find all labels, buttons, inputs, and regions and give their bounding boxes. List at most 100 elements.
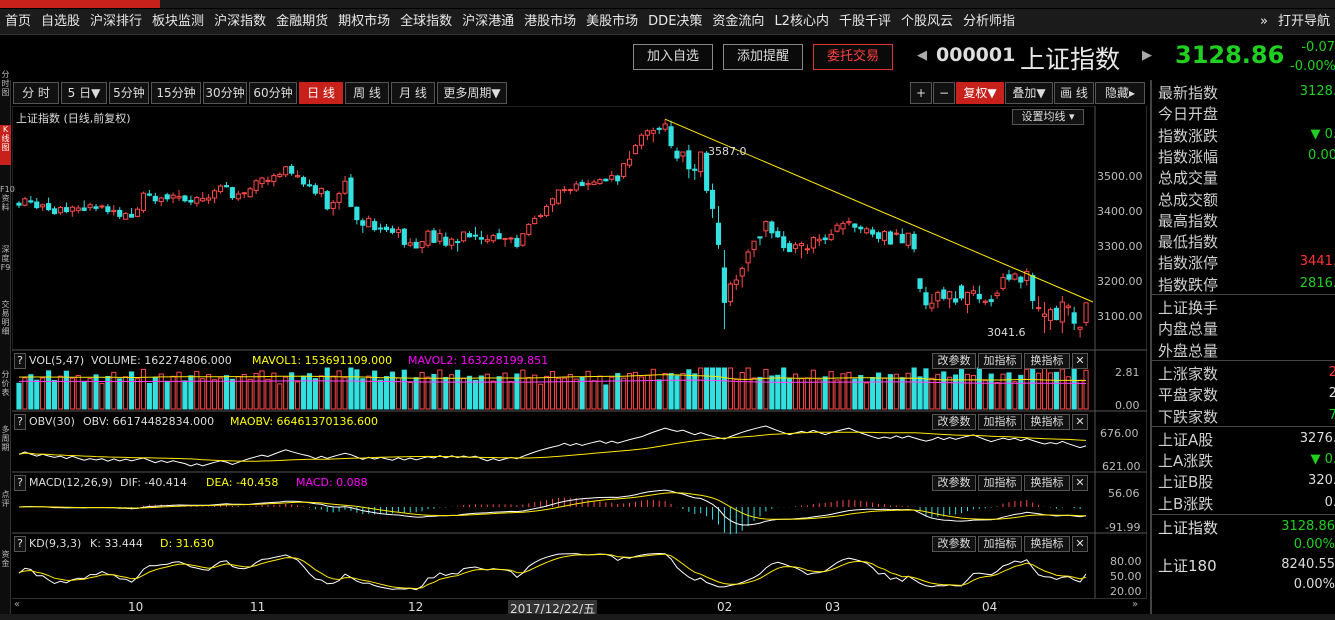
- kline-chart[interactable]: [12, 106, 1147, 598]
- macd-switch-button[interactable]: 换指标: [1024, 475, 1070, 491]
- quote-row: 总成交额: [1152, 188, 1335, 209]
- volume-bar: [745, 367, 751, 410]
- nav-item[interactable]: 期权市场: [333, 9, 395, 34]
- tab-kline[interactable]: K线图: [0, 125, 11, 165]
- candle-body: [591, 181, 597, 185]
- candle-body: [158, 197, 164, 203]
- date-axis[interactable]: « 10 11 12 2017/12/22/五 02 03 04 »: [12, 598, 1147, 617]
- nav-item[interactable]: 沪深港通: [457, 9, 519, 34]
- macd-add-button[interactable]: 加指标: [978, 475, 1022, 491]
- nav-item[interactable]: 首页: [0, 9, 36, 34]
- candle-body: [864, 228, 870, 234]
- nav-item[interactable]: 沪深指数: [209, 9, 271, 34]
- set-ma-button[interactable]: 设置均线 ▾: [1012, 109, 1084, 125]
- macd-close-icon[interactable]: ✕: [1072, 475, 1088, 491]
- overlay-button[interactable]: 叠加▼: [1005, 82, 1053, 104]
- period-30min[interactable]: 30分钟: [203, 82, 247, 104]
- obv-param-button[interactable]: 改参数: [932, 414, 976, 430]
- period-timeshare[interactable]: 分 时: [13, 82, 59, 104]
- candle-body: [419, 241, 425, 249]
- period-monthly[interactable]: 月 线: [391, 82, 435, 104]
- macd-param-button[interactable]: 改参数: [932, 475, 976, 491]
- help-icon[interactable]: ?: [14, 414, 26, 430]
- scroll-left-icon[interactable]: «: [14, 599, 20, 610]
- tab-depth[interactable]: 深度F9: [0, 245, 11, 285]
- kd-param-button[interactable]: 改参数: [932, 536, 976, 552]
- candle-body: [662, 123, 668, 130]
- panel-separator: [1152, 425, 1335, 427]
- adjust-button[interactable]: 复权▼: [956, 82, 1004, 104]
- change-pct: -0.00%: [1290, 59, 1335, 74]
- nav-item[interactable]: 自选股: [36, 9, 85, 34]
- period-weekly[interactable]: 周 线: [345, 82, 389, 104]
- candle-body: [1077, 326, 1083, 330]
- obv-switch-button[interactable]: 换指标: [1024, 414, 1070, 430]
- hide-button[interactable]: 隐藏▸: [1095, 82, 1145, 104]
- period-15min[interactable]: 15分钟: [151, 82, 201, 104]
- nav-item[interactable]: 沪深排行: [85, 9, 147, 34]
- nav-item[interactable]: 港股市场: [519, 9, 581, 34]
- candle-body: [490, 235, 496, 242]
- quote-row: 上A涨跌 ▼ 0.: [1152, 449, 1335, 470]
- obv-close-icon[interactable]: ✕: [1072, 414, 1088, 430]
- quote-row: 上证换手: [1152, 296, 1335, 317]
- candle-body: [549, 198, 556, 206]
- period-60min[interactable]: 60分钟: [249, 82, 297, 104]
- vol-close-icon[interactable]: ✕: [1072, 353, 1088, 369]
- trade-button[interactable]: 委托交易: [813, 44, 893, 70]
- tab-funds[interactable]: 资金: [0, 550, 11, 580]
- tab-trade-detail[interactable]: 交易明细: [0, 300, 11, 350]
- nav-item[interactable]: 千股千评: [834, 9, 896, 34]
- zoom-out-button[interactable]: −: [933, 82, 955, 104]
- vol-param-button[interactable]: 改参数: [932, 353, 976, 369]
- next-stock-icon[interactable]: ▶: [1142, 48, 1152, 63]
- period-5min[interactable]: 5分钟: [109, 82, 149, 104]
- period-more[interactable]: 更多周期▼: [437, 82, 507, 104]
- vol-switch-button[interactable]: 换指标: [1024, 353, 1070, 369]
- nav-item[interactable]: 资金流向: [707, 9, 769, 34]
- period-daily[interactable]: 日 线: [299, 82, 343, 104]
- kd-add-button[interactable]: 加指标: [978, 536, 1022, 552]
- tab-price-table[interactable]: 分价表: [0, 370, 11, 410]
- candle-body: [555, 189, 562, 204]
- macd-name: MACD(12,26,9): [29, 476, 113, 489]
- tab-multi-period[interactable]: 多周期: [0, 425, 11, 465]
- tab-review[interactable]: 点评: [0, 490, 11, 520]
- zoom-in-button[interactable]: +: [910, 82, 932, 104]
- scroll-right-icon[interactable]: »: [1132, 599, 1138, 610]
- candle-body: [508, 237, 514, 240]
- nav-item[interactable]: 个股风云: [896, 9, 958, 34]
- nav-item[interactable]: L2核心内: [769, 9, 834, 34]
- quote-value: 2: [1328, 386, 1335, 402]
- candle-body: [745, 251, 751, 264]
- vol-add-button[interactable]: 加指标: [978, 353, 1022, 369]
- add-alert-button[interactable]: 添加提醒: [723, 44, 803, 70]
- candle-body: [834, 224, 840, 232]
- help-icon[interactable]: ?: [14, 536, 26, 552]
- nav-item[interactable]: 金融期货: [271, 9, 333, 34]
- candle-body: [395, 229, 401, 233]
- nav-item[interactable]: 板块监测: [147, 9, 209, 34]
- obv-add-button[interactable]: 加指标: [978, 414, 1022, 430]
- draw-line-button[interactable]: 画 线: [1054, 82, 1094, 104]
- kd-close-icon[interactable]: ✕: [1072, 536, 1088, 552]
- period-5day[interactable]: 5 日▼: [61, 82, 107, 104]
- tab-f10[interactable]: F10资料: [0, 185, 15, 225]
- open-nav-button[interactable]: 打开导航: [1273, 9, 1335, 34]
- nav-item[interactable]: 全球指数: [395, 9, 457, 34]
- candle-body: [828, 233, 834, 241]
- nav-item[interactable]: DDE决策: [643, 9, 707, 34]
- prev-stock-icon[interactable]: ◀: [917, 48, 927, 63]
- candle-body: [425, 230, 431, 246]
- nav-item[interactable]: 分析师指: [958, 9, 1020, 34]
- help-icon[interactable]: ?: [14, 353, 26, 369]
- nav-more-button[interactable]: »: [1255, 9, 1273, 34]
- volume-bar: [751, 377, 757, 410]
- volume-bar: [1012, 381, 1018, 410]
- kd-switch-button[interactable]: 换指标: [1024, 536, 1070, 552]
- volume-bar: [1059, 368, 1065, 410]
- help-icon[interactable]: ?: [14, 475, 26, 491]
- tab-timeshare[interactable]: 分时图: [0, 70, 11, 110]
- nav-item[interactable]: 美股市场: [581, 9, 643, 34]
- add-watchlist-button[interactable]: 加入自选: [633, 44, 713, 70]
